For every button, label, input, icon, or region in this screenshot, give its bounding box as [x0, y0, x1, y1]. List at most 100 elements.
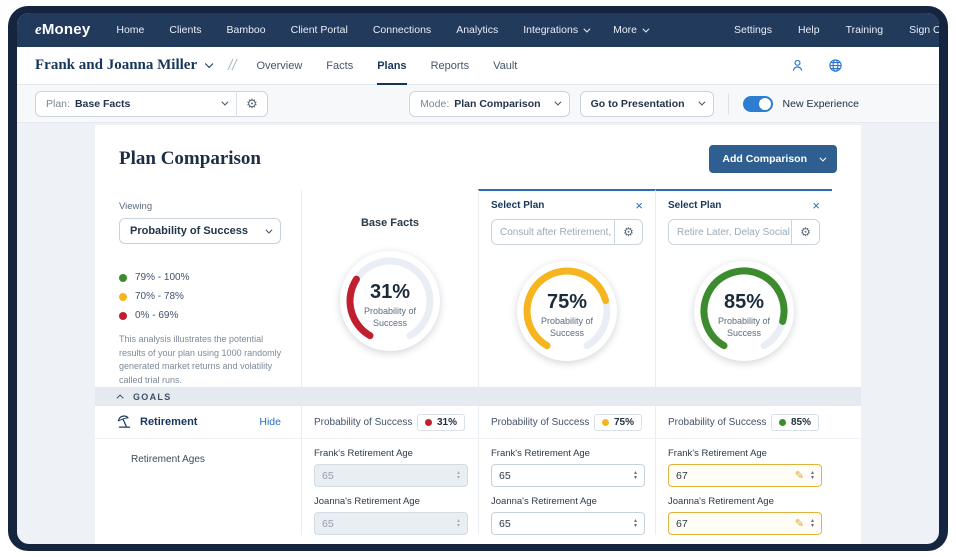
legend-item-red: 0% - 69% — [119, 310, 281, 321]
joannas-retirement-age-input-base: 65 ▴▾ — [314, 512, 468, 535]
tab-facts[interactable]: Facts — [326, 47, 353, 85]
tab-reports[interactable]: Reports — [431, 47, 470, 85]
toolbar-right-group: Mode: Plan Comparison Go to Presentation… — [409, 91, 921, 117]
new-experience-toggle[interactable] — [743, 96, 773, 112]
add-comparison-button[interactable]: Add Comparison — [709, 145, 837, 173]
nav-item-training[interactable]: Training — [846, 24, 884, 36]
select-plan-column-2: Select Plan × Retire Later, Delay Social… — [655, 189, 832, 387]
breadcrumb-separator: // — [228, 57, 236, 74]
base-facts-header: Base Facts — [302, 217, 478, 229]
chevron-down-icon — [205, 59, 213, 67]
probability-badge-base: 31% — [417, 414, 465, 431]
chevron-down-icon — [642, 26, 649, 33]
pencil-edit-icon: ✎ — [795, 517, 804, 530]
goals-section-header[interactable]: GOALS — [95, 387, 861, 406]
stepper-icon: ▴▾ — [457, 471, 460, 480]
nav-item-connections[interactable]: Connections — [373, 24, 431, 36]
franks-retirement-age-input-plan-1[interactable]: 65 ▴▾ — [491, 464, 645, 487]
nav-item-help[interactable]: Help — [798, 24, 820, 36]
retirement-icon — [117, 415, 132, 429]
plan-comparison-card: Plan Comparison Add Comparison Viewing P… — [95, 125, 861, 544]
joannas-retirement-age-input-plan-1[interactable]: 65 ▴▾ — [491, 512, 645, 535]
stepper-icon[interactable]: ▴▾ — [634, 519, 637, 528]
app-window: eMoney Home Clients Bamboo Client Portal… — [17, 13, 939, 544]
window-frame: eMoney Home Clients Bamboo Client Portal… — [8, 6, 948, 551]
select-plan-header: Select Plan — [668, 200, 721, 211]
nav-item-more[interactable]: More — [613, 24, 647, 36]
chevron-down-icon — [583, 26, 590, 33]
probability-badge-plan-2: 85% — [771, 414, 819, 431]
nav-item-clients[interactable]: Clients — [169, 24, 201, 36]
close-icon[interactable]: × — [635, 199, 643, 212]
client-bar: Frank and Joanna Miller // Overview Fact… — [17, 47, 939, 85]
globe-icon[interactable] — [828, 58, 843, 73]
stepper-icon[interactable]: ▴▾ — [811, 519, 814, 528]
chevron-down-icon — [554, 99, 561, 106]
joannas-retirement-age-input-plan-2[interactable]: 67 ✎ ▴▾ — [668, 512, 822, 535]
stepper-icon[interactable]: ▴▾ — [634, 471, 637, 480]
plan-dropdown[interactable]: Plan: Base Facts — [36, 98, 236, 110]
goal-name: Retirement — [140, 416, 197, 428]
comparison-grid: Viewing Probability of Success 79% - 100… — [95, 189, 832, 387]
nav-item-client-portal[interactable]: Client Portal — [291, 24, 348, 36]
analysis-disclaimer: This analysis illustrates the potential … — [119, 333, 291, 387]
tab-overview[interactable]: Overview — [256, 47, 302, 85]
gauge-plan-2: 85% Probability of Success — [694, 261, 794, 361]
chevron-down-icon — [221, 99, 228, 106]
nav-item-analytics[interactable]: Analytics — [456, 24, 498, 36]
franks-retirement-age-input-base: 65 ▴▾ — [314, 464, 468, 487]
top-navigation: eMoney Home Clients Bamboo Client Portal… — [17, 13, 939, 47]
plan-settings-gear-icon[interactable]: ⚙ — [237, 96, 267, 112]
gauge-caption: Probability of Success — [711, 316, 777, 339]
retirement-goal-row: Retirement Hide Probability of Success 3… — [95, 406, 861, 438]
select-plan-column-1: Select Plan × Consult after Retirement, … — [478, 189, 655, 387]
retirement-ages-label: Retirement Ages — [95, 439, 301, 465]
nav-item-home[interactable]: Home — [116, 24, 144, 36]
nav-right-group: Settings Help Training Sign Out — [708, 24, 939, 36]
legend: 79% - 100% 70% - 78% 0% - 69% — [119, 272, 281, 321]
emoney-logo[interactable]: eMoney — [35, 21, 90, 39]
probability-badge-plan-1: 75% — [594, 414, 642, 431]
gauge-plan-1: 75% Probability of Success — [517, 261, 617, 361]
stepper-icon[interactable]: ▴▾ — [811, 471, 814, 480]
green-dot-icon — [119, 274, 127, 282]
nav-item-settings[interactable]: Settings — [734, 24, 772, 36]
legend-item-green: 79% - 100% — [119, 272, 281, 283]
base-facts-column: Base Facts 31% Probability of Success — [301, 189, 478, 387]
plan-gear-icon[interactable]: ⚙ — [615, 219, 643, 245]
mode-selector[interactable]: Mode: Plan Comparison — [409, 91, 570, 117]
user-icon[interactable] — [790, 58, 805, 73]
gauge-value: 85% — [724, 291, 764, 314]
nav-item-sign-out[interactable]: Sign Out — [909, 24, 939, 36]
pencil-edit-icon: ✎ — [795, 469, 804, 482]
legend-item-yellow: 70% - 78% — [119, 291, 281, 302]
plan-dropdown-2[interactable]: Retire Later, Delay Social Sec... — [668, 219, 792, 245]
tab-vault[interactable]: Vault — [493, 47, 517, 85]
franks-retirement-age-input-plan-2[interactable]: 67 ✎ ▴▾ — [668, 464, 822, 487]
client-bar-icons — [790, 58, 921, 73]
chevron-down-icon — [819, 154, 826, 161]
gauge-base-facts: 31% Probability of Success — [340, 251, 440, 351]
viewing-dropdown[interactable]: Probability of Success — [119, 218, 281, 244]
go-to-presentation-button[interactable]: Go to Presentation — [580, 91, 714, 117]
gauge-value: 31% — [370, 281, 410, 304]
retirement-ages-row: Retirement Ages Frank's Retirement Age 6… — [95, 438, 861, 544]
close-icon[interactable]: × — [812, 199, 820, 212]
viewing-column: Viewing Probability of Success 79% - 100… — [95, 189, 301, 387]
tab-plans[interactable]: Plans — [377, 47, 406, 85]
red-dot-icon — [425, 419, 432, 426]
plan-dropdown-1[interactable]: Consult after Retirement, Del... — [491, 219, 615, 245]
select-plan-header: Select Plan — [491, 200, 544, 211]
gauge-caption: Probability of Success — [534, 316, 600, 339]
chevron-down-icon — [265, 226, 272, 233]
viewing-label: Viewing — [119, 201, 281, 212]
hide-link[interactable]: Hide — [259, 416, 281, 428]
plan-toolbar: Plan: Base Facts ⚙ Mode: Plan Comparison — [17, 85, 939, 123]
client-selector[interactable]: Frank and Joanna Miller — [35, 57, 210, 74]
page-title: Plan Comparison — [119, 148, 261, 170]
plan-gear-icon[interactable]: ⚙ — [792, 219, 820, 245]
chevron-down-icon — [698, 99, 705, 106]
nav-item-bamboo[interactable]: Bamboo — [227, 24, 266, 36]
nav-item-integrations[interactable]: Integrations — [523, 24, 588, 36]
chevron-up-icon — [117, 394, 124, 401]
